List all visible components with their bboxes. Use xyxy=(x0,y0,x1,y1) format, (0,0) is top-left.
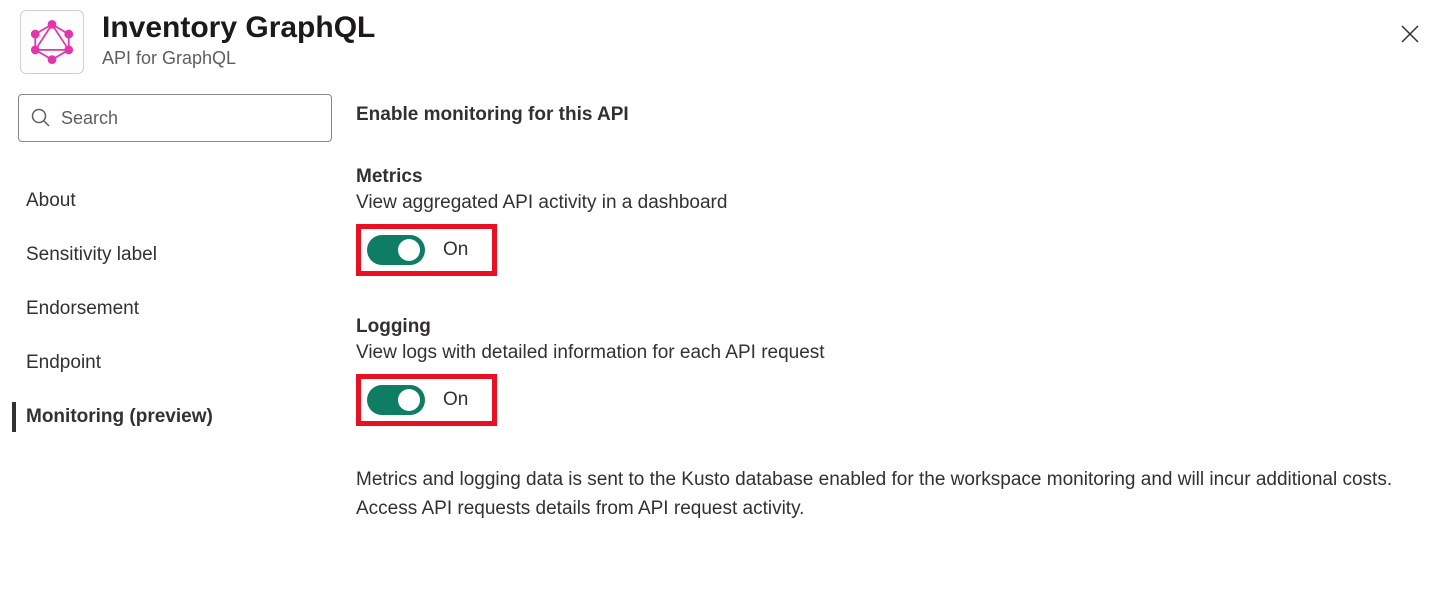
search-box[interactable] xyxy=(18,94,332,142)
toggle-knob xyxy=(398,389,420,411)
logging-title: Logging xyxy=(356,316,1410,338)
main-content: Enable monitoring for this API Metrics V… xyxy=(332,94,1450,523)
logging-description: View logs with detailed information for … xyxy=(356,342,1410,364)
sidebar: About Sensitivity label Endorsement Endp… xyxy=(16,94,332,523)
header: Inventory GraphQL API for GraphQL xyxy=(0,0,1450,94)
main-heading: Enable monitoring for this API xyxy=(356,104,1410,126)
sidebar-item-monitoring[interactable]: Monitoring (preview) xyxy=(16,390,332,444)
metrics-highlight-box: On xyxy=(356,224,497,276)
metrics-toggle-row: On xyxy=(356,224,1410,276)
logging-toggle-row: On xyxy=(356,374,1410,426)
metrics-description: View aggregated API activity in a dashbo… xyxy=(356,192,1410,214)
logging-toggle-label: On xyxy=(443,389,468,411)
header-text: Inventory GraphQL API for GraphQL xyxy=(102,10,375,69)
body-layout: About Sensitivity label Endorsement Endp… xyxy=(0,94,1450,523)
metrics-toggle[interactable] xyxy=(367,235,425,265)
logging-toggle[interactable] xyxy=(367,385,425,415)
graphql-logo-icon xyxy=(30,20,74,64)
metrics-title: Metrics xyxy=(356,166,1410,188)
page-title: Inventory GraphQL xyxy=(102,10,375,46)
search-icon xyxy=(31,108,51,128)
close-button[interactable] xyxy=(1394,18,1426,50)
graphql-icon xyxy=(20,10,84,74)
sidebar-item-about[interactable]: About xyxy=(16,174,332,228)
sidebar-item-endpoint[interactable]: Endpoint xyxy=(16,336,332,390)
search-input[interactable] xyxy=(61,108,319,129)
logging-section: Logging View logs with detailed informat… xyxy=(356,316,1410,426)
metrics-toggle-label: On xyxy=(443,239,468,261)
page-subtitle: API for GraphQL xyxy=(102,48,375,69)
metrics-section: Metrics View aggregated API activity in … xyxy=(356,166,1410,276)
logging-highlight-box: On xyxy=(356,374,497,426)
footer-note: Metrics and logging data is sent to the … xyxy=(356,466,1406,523)
close-icon xyxy=(1401,25,1419,43)
toggle-knob xyxy=(398,239,420,261)
sidebar-item-endorsement[interactable]: Endorsement xyxy=(16,282,332,336)
sidebar-item-sensitivity-label[interactable]: Sensitivity label xyxy=(16,228,332,282)
